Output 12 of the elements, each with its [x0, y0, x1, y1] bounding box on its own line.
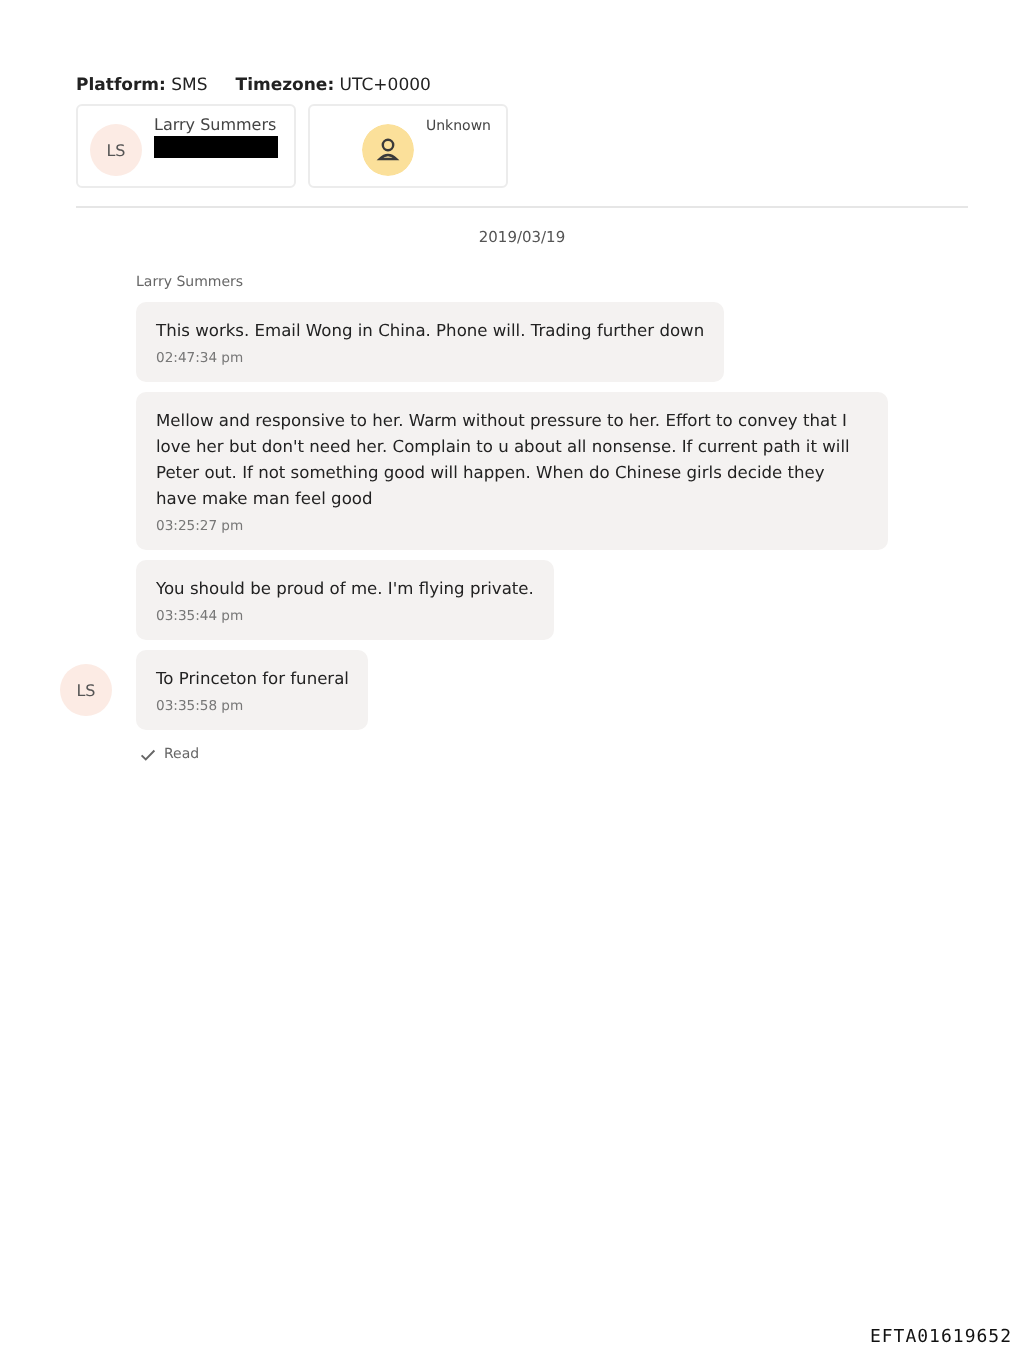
platform-text: Platform: SMS — [76, 76, 208, 96]
timezone-text: Timezone: UTC+0000 — [235, 76, 431, 96]
message-text: To Princeton for funeral — [156, 666, 349, 692]
avatar-initials: LS — [90, 124, 142, 176]
person-icon — [362, 124, 414, 176]
check-icon — [140, 747, 156, 761]
page-id: EFTA01619652 — [869, 1328, 1012, 1348]
avatar-initials: LS — [60, 664, 112, 716]
message-text: This works. Email Wong in China. Phone will. Trading further down — [156, 318, 705, 344]
participant-name: Larry Summers — [154, 116, 278, 134]
message-text: You should be proud of me. I'm flying private. — [156, 576, 534, 602]
message-text: Mellow and responsive to her. Warm without pressure to her. Effort to convey that I love her but don't need her. Complain to u about all nonsense. If current path it will Peter out. If not something good will happen. When do Chinese girls decide they have make man feel good — [156, 408, 852, 512]
